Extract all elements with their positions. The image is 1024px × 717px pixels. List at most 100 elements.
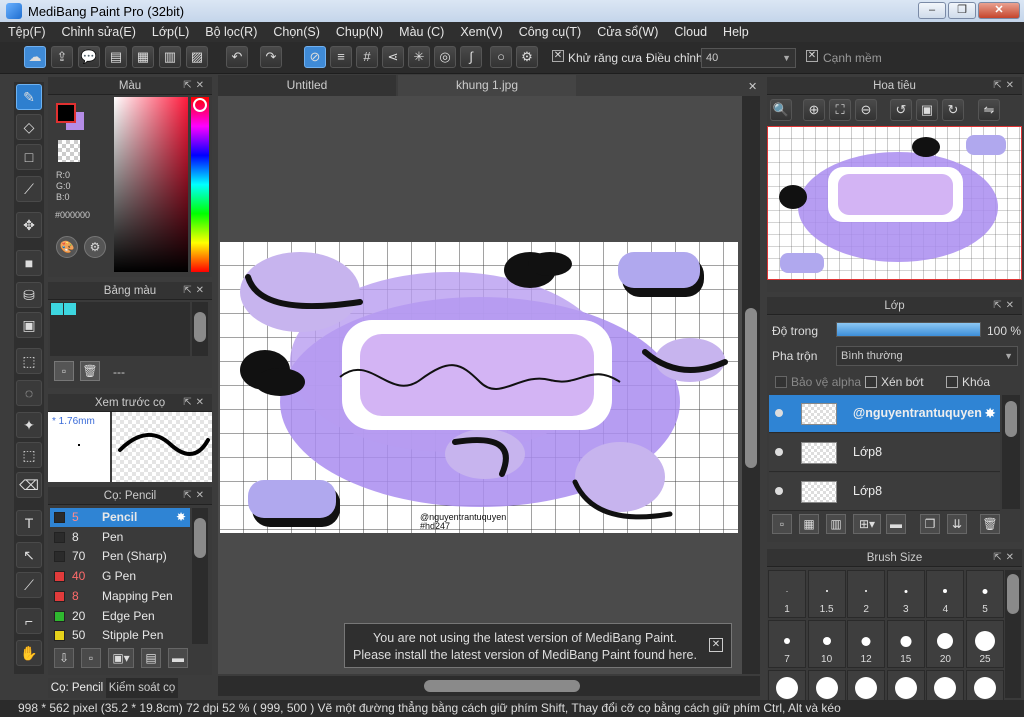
brush-list-item[interactable]: 8 Pen (50, 528, 190, 547)
panel-close-icon[interactable]: ⇱✕ (183, 487, 208, 505)
protect-alpha-checkbox[interactable] (775, 376, 787, 388)
brush-size-cell[interactable]: 20 (926, 620, 965, 668)
undo-icon[interactable]: ↶ (226, 46, 248, 68)
operation-tool-icon[interactable]: ↖ (16, 542, 42, 568)
hue-handle[interactable] (193, 98, 207, 112)
lock-checkbox[interactable] (946, 376, 958, 388)
flip-icon[interactable]: ⇋ (978, 99, 1000, 121)
brush-list-item[interactable]: 20 Edge Pen (50, 607, 190, 626)
saturation-value-picker[interactable] (114, 97, 188, 272)
eye-icon[interactable] (775, 487, 783, 495)
menu-color[interactable]: Màu (C) (391, 25, 452, 39)
vanish-snap-icon[interactable]: ⋖ (382, 46, 404, 68)
brush-size-cell[interactable]: 7 (768, 620, 806, 668)
curve-snap-icon[interactable]: ∫ (460, 46, 482, 68)
brush-list-item[interactable]: 5 Pencil ✸ (50, 508, 190, 527)
folder-icon[interactable]: ▬ (168, 648, 188, 668)
palette-swatch[interactable] (64, 303, 76, 315)
brush-list-item[interactable]: 70 Pen (Sharp) (50, 547, 190, 566)
brush-size-cell[interactable]: 4 (926, 570, 965, 618)
canvas-hscroll[interactable] (218, 676, 760, 696)
palette-gear-icon[interactable]: ⚙ (84, 236, 106, 258)
actual-size-icon[interactable]: ▣ (916, 99, 938, 121)
select-tool-icon[interactable]: ⬚ (16, 348, 42, 374)
panel-close-icon[interactable]: ⇱✕ (183, 282, 208, 300)
divide-tool-icon[interactable]: ⟋ (16, 572, 42, 598)
brush-list-item[interactable]: 50 Stipple Pen (50, 626, 190, 645)
magic-wand-icon[interactable]: ✦ (16, 412, 42, 438)
gear-icon[interactable]: ✸ (176, 508, 186, 527)
select-pen-icon[interactable]: ⬚ (16, 442, 42, 468)
menu-view[interactable]: Xem(V) (452, 25, 510, 39)
gear-icon[interactable]: ⚙ (516, 46, 538, 68)
panel-close-icon[interactable]: ⇱✕ (183, 394, 208, 412)
move-tool-icon[interactable]: ✥ (16, 212, 42, 238)
antialias-checkbox[interactable]: ✕ (552, 50, 564, 62)
rect-tool-icon[interactable]: □ (16, 144, 42, 170)
notice-close-icon[interactable]: ✕ (709, 638, 723, 652)
menu-edit[interactable]: Chỉnh sửa(E) (54, 25, 144, 39)
brush-size-cell[interactable]: 2 (847, 570, 886, 618)
opacity-slider[interactable] (836, 322, 981, 337)
menu-file[interactable]: Tệp(F) (0, 25, 54, 39)
eye-icon[interactable] (775, 448, 783, 456)
zoom-out-icon[interactable]: ⊖ (855, 99, 877, 121)
palette-icon[interactable]: 🎨 (56, 236, 78, 258)
cloud-icon[interactable]: ☁ (24, 46, 46, 68)
canvas-vscroll[interactable] (742, 96, 760, 674)
bucket-tool-icon[interactable]: ⛁ (16, 282, 42, 308)
ring-icon[interactable]: ○ (490, 46, 512, 68)
duplicate-layer-icon[interactable]: ❐ (920, 514, 940, 534)
eraser-tool-icon[interactable]: ◇ (16, 114, 42, 140)
layer-row[interactable]: @nguyentrantuquyen ✸ (769, 395, 1000, 433)
brush-tool-icon[interactable]: ✎ (16, 84, 42, 110)
brush-size-cell[interactable]: 25 (966, 620, 1004, 668)
brush-list-item[interactable]: 40 G Pen (50, 567, 190, 586)
navigator-preview[interactable] (767, 126, 1022, 280)
menu-cloud[interactable]: Cloud (666, 25, 715, 39)
gear-icon[interactable]: ✸ (984, 405, 996, 422)
menu-help[interactable]: Help (715, 25, 757, 39)
cloud-download-icon[interactable]: ⇩ (54, 648, 74, 668)
panel-close-icon[interactable]: ⇱✕ (993, 77, 1018, 95)
eye-icon[interactable] (775, 409, 783, 417)
snap-off-icon[interactable]: ⊘ (304, 46, 326, 68)
brush-settings-icon[interactable]: ▤ (141, 648, 161, 668)
speech-icon[interactable]: ▤ (105, 46, 127, 68)
palette-swatch[interactable] (51, 303, 63, 315)
panel-close-icon[interactable]: ⇱✕ (993, 549, 1018, 567)
fill-rect-tool-icon[interactable]: ■ (16, 250, 42, 276)
brush-size-cell[interactable]: 1.5 (807, 570, 846, 618)
brush-list-scrollbar[interactable] (192, 508, 208, 644)
cross-snap-icon[interactable]: # (356, 46, 378, 68)
brush-size-cell[interactable]: 3 (886, 570, 925, 618)
primary-color-swatch[interactable] (56, 103, 76, 123)
add-layer-menu-icon[interactable]: ⊞▾ (853, 514, 881, 534)
clip-checkbox[interactable] (865, 376, 877, 388)
check-page-icon[interactable]: ▨ (186, 46, 208, 68)
zoom-search-icon[interactable]: 🔍 (770, 99, 792, 121)
dot-tool-icon[interactable]: ⟋ (16, 176, 42, 202)
page-icon[interactable]: ▦ (132, 46, 154, 68)
grid-page-icon[interactable]: ▥ (159, 46, 181, 68)
zoom-in-icon[interactable]: ⊕ (803, 99, 825, 121)
radial-snap-icon[interactable]: ✳ (408, 46, 430, 68)
new-1bit-layer-icon[interactable]: ▥ (826, 514, 846, 534)
new-palette-icon[interactable]: ▫ (54, 361, 74, 381)
update-notice[interactable]: You are not using the latest version of … (344, 623, 732, 668)
menu-select[interactable]: Chọn(S) (265, 25, 328, 39)
rotate-right-icon[interactable]: ↻ (942, 99, 964, 121)
transparent-swatch[interactable] (58, 140, 80, 162)
menu-layer[interactable]: Lớp(L) (144, 25, 197, 39)
palette-scrollbar[interactable] (192, 302, 208, 356)
menu-capture[interactable]: Chụp(N) (328, 25, 391, 39)
brush-size-cell[interactable]: 12 (847, 620, 886, 668)
panel-close-icon[interactable]: ⇱✕ (183, 77, 208, 95)
fit-icon[interactable]: ⛶ (829, 99, 851, 121)
tab-khung[interactable]: khung 1.jpg (398, 75, 576, 96)
canvas[interactable]: @nguyentrantuquyen #hd247 (220, 242, 738, 533)
rotate-left-icon[interactable]: ↺ (890, 99, 912, 121)
add-brush-menu-icon[interactable]: ▣▾ (108, 648, 134, 668)
layer-scrollbar[interactable] (1002, 395, 1020, 509)
tab-brush-control[interactable]: Kiểm soát cọ (106, 678, 178, 698)
